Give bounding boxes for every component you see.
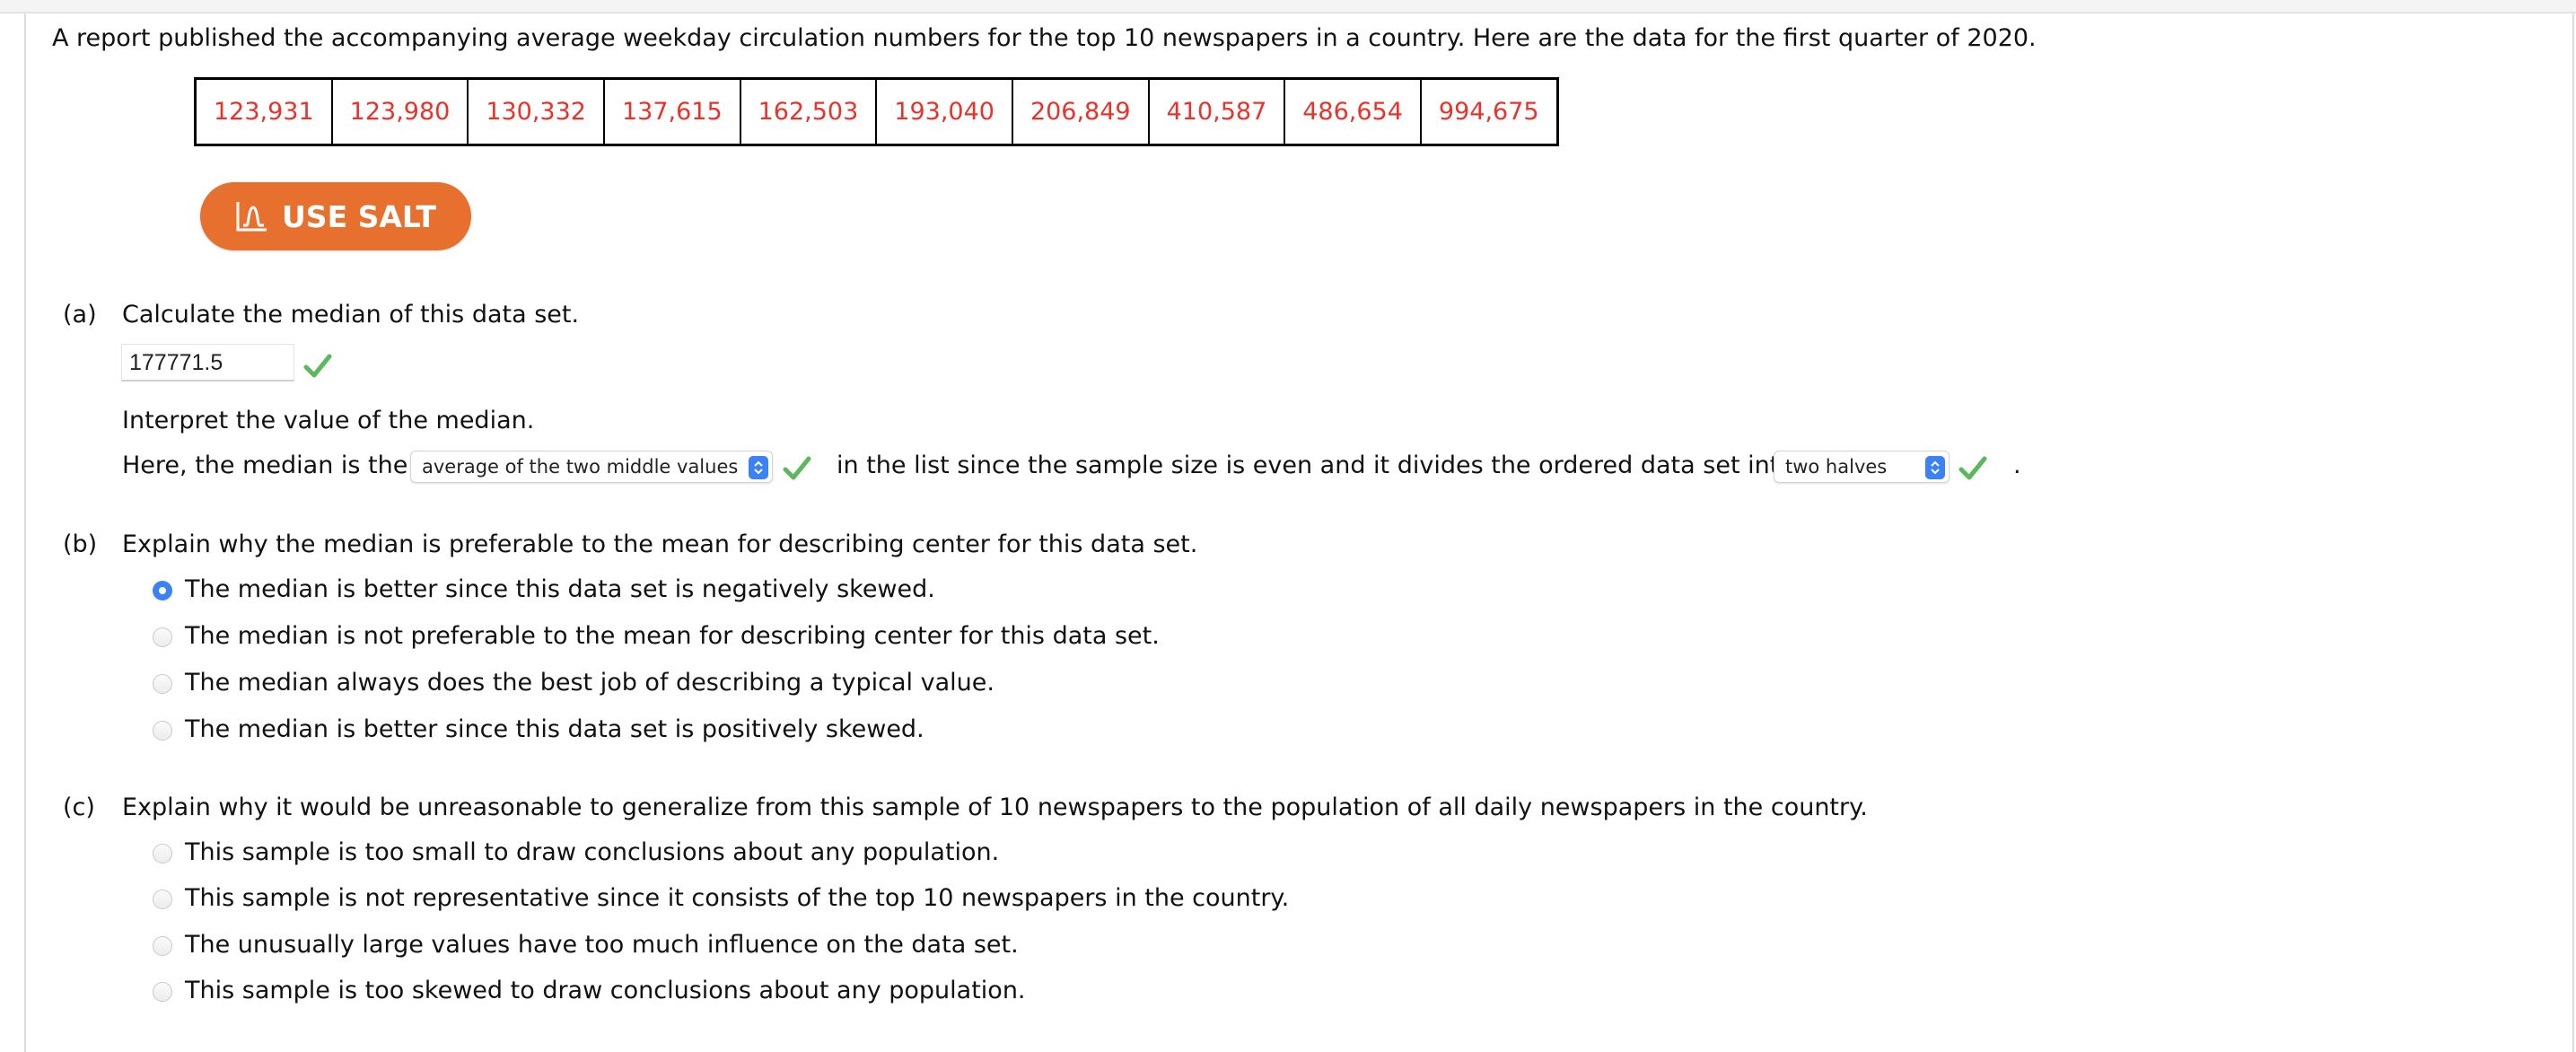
part-b-question: Explain why the median is preferable to … (122, 530, 1198, 558)
part-b-option-1-radio[interactable] (153, 581, 172, 601)
sentence-end: . (2013, 451, 2021, 479)
data-cell: 994,675 (1419, 77, 1559, 146)
part-a-label: (a) (63, 301, 97, 329)
data-cell: 162,503 (739, 77, 878, 146)
median-answer-input[interactable]: 177771.5 (121, 344, 294, 381)
part-b-option-1[interactable]: The median is better since this data set… (185, 574, 935, 605)
use-salt-label: USE SALT (282, 198, 436, 234)
part-c-question: Explain why it would be unreasonable to … (122, 793, 1868, 821)
part-c-option-4[interactable]: This sample is too skewed to draw conclu… (185, 976, 1026, 1006)
part-c-option-4-radio[interactable] (153, 982, 172, 1002)
left-border (24, 13, 26, 1052)
intro-text: A report published the accompanying aver… (52, 24, 2037, 52)
part-c-option-1-radio[interactable] (153, 844, 172, 864)
salt-graph-icon (236, 202, 267, 232)
median-meaning-select[interactable]: average of the two middle values (410, 451, 773, 483)
data-cell: 123,931 (194, 77, 333, 146)
use-salt-button[interactable]: USE SALT (200, 182, 471, 250)
data-cell: 410,587 (1147, 77, 1286, 146)
top-bar (0, 0, 2576, 13)
correct-check-icon (303, 354, 332, 378)
part-c-option-3-radio[interactable] (153, 936, 172, 956)
data-cell: 193,040 (875, 77, 1013, 146)
data-cell: 123,980 (330, 77, 469, 146)
part-b-option-3[interactable]: The median always does the best job of d… (185, 668, 994, 698)
correct-check-icon (783, 456, 811, 480)
interpret-prompt: Interpret the value of the median. (122, 407, 535, 434)
part-b-option-2-radio[interactable] (153, 627, 172, 647)
part-b-option-3-radio[interactable] (153, 674, 172, 694)
part-a-question: Calculate the median of this data set. (122, 301, 580, 329)
part-c-option-1[interactable]: This sample is too small to draw conclus… (185, 837, 999, 868)
data-cell: 130,332 (467, 77, 605, 146)
median-meaning-select-value: average of the two middle values (422, 456, 739, 478)
data-cell: 486,654 (1284, 77, 1422, 146)
select-stepper-icon (749, 456, 768, 479)
part-b-option-4-radio[interactable] (153, 721, 172, 741)
part-c-label: (c) (63, 793, 95, 821)
data-table: 123,931 123,980 130,332 137,615 162,503 … (194, 77, 1559, 146)
part-b-label: (b) (63, 530, 98, 558)
data-cell: 137,615 (602, 77, 741, 146)
select-stepper-icon (1925, 456, 1945, 479)
sentence-before: Here, the median is the (122, 451, 408, 479)
data-row: 123,931 123,980 130,332 137,615 162,503 … (194, 77, 1559, 146)
data-cell: 206,849 (1011, 77, 1150, 146)
sentence-middle: in the list since the sample size is eve… (837, 451, 1794, 479)
part-c-option-2[interactable]: This sample is not representative since … (185, 883, 1289, 914)
part-c-option-3[interactable]: The unusually large values have too much… (185, 930, 1019, 960)
part-b-option-2[interactable]: The median is not preferable to the mean… (185, 621, 1160, 652)
part-b-option-4[interactable]: The median is better since this data set… (185, 714, 924, 745)
right-border (2572, 13, 2574, 1052)
correct-check-icon (1958, 456, 1987, 480)
divides-into-select[interactable]: two halves (1774, 451, 1950, 483)
part-c-option-2-radio[interactable] (153, 890, 172, 909)
divides-into-select-value: two halves (1785, 456, 1888, 478)
